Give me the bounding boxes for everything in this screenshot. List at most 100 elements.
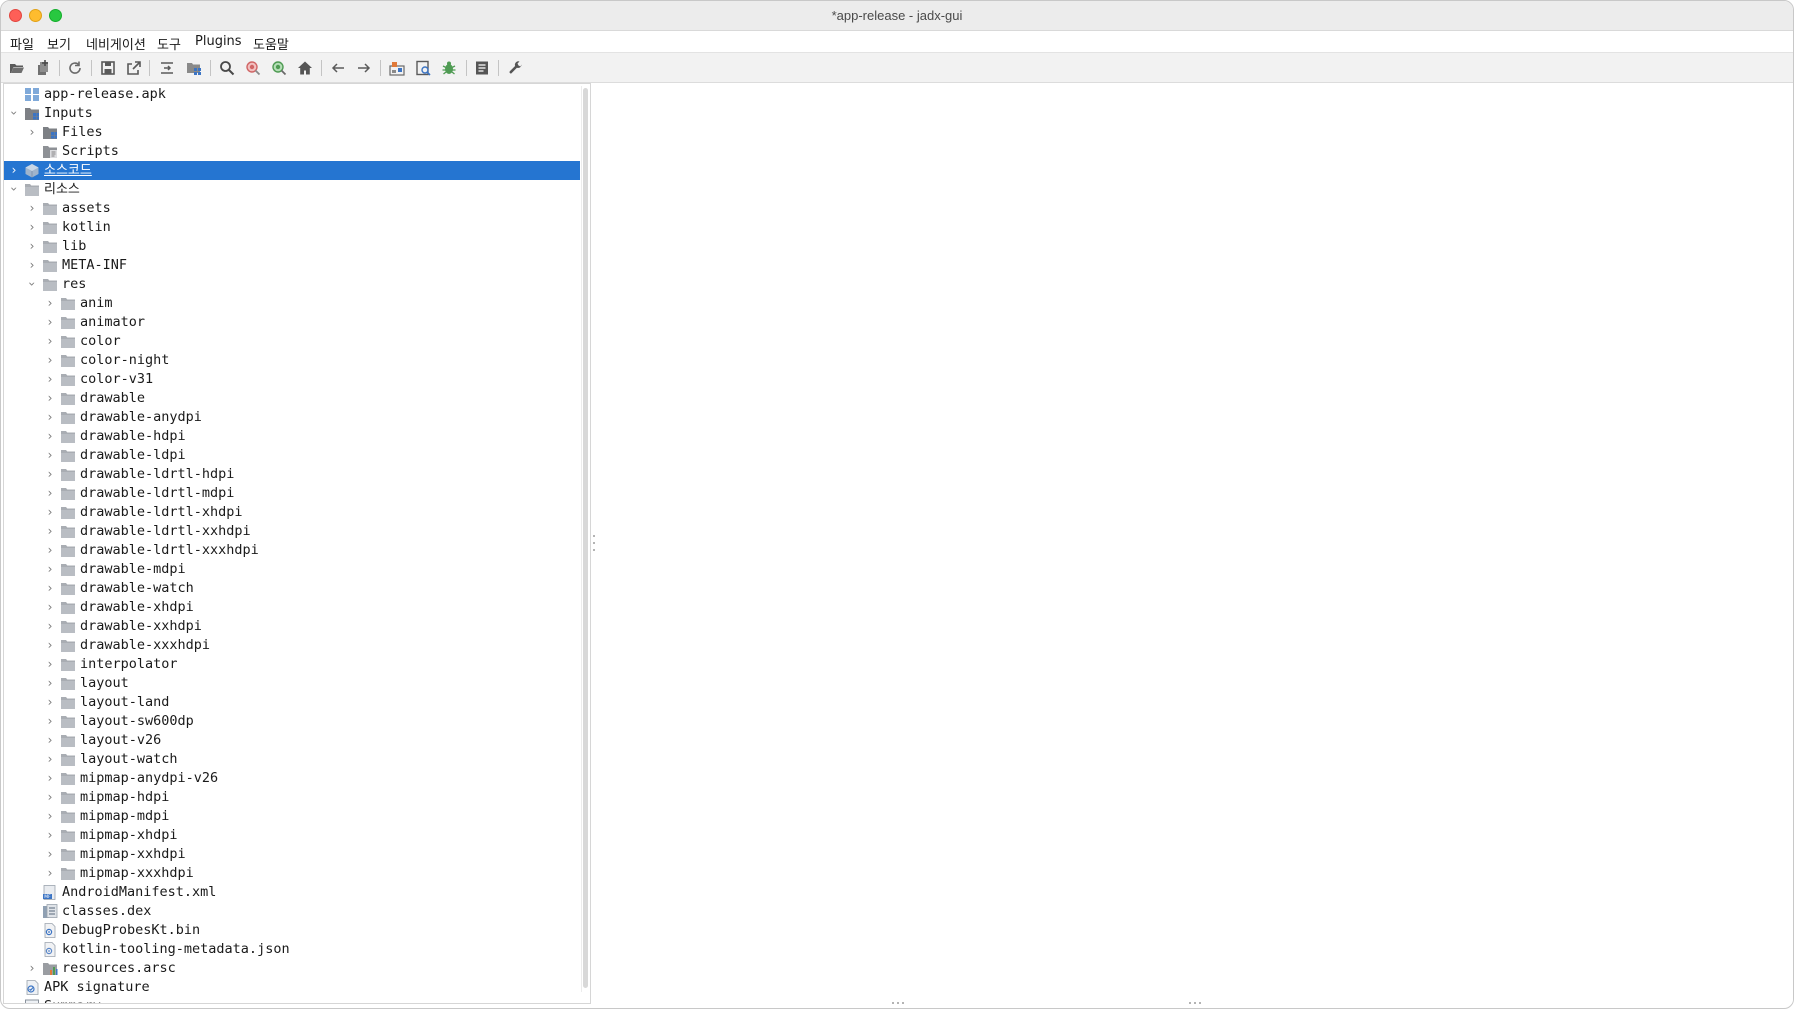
expand-chevron-icon[interactable]: › xyxy=(26,124,38,140)
tree-node-drawable[interactable]: › drawable xyxy=(4,389,580,408)
expand-chevron-icon[interactable]: › xyxy=(44,846,56,862)
tree-node-drawable-ldrtl-xxhdpi[interactable]: › drawable-ldrtl-xxhdpi xyxy=(4,522,580,541)
menu-help[interactable]: 도움말 xyxy=(253,34,289,53)
flatten-packages-icon[interactable] xyxy=(184,58,204,78)
log-viewer-icon[interactable] xyxy=(472,58,492,78)
export-icon[interactable] xyxy=(124,58,144,78)
expand-chevron-icon[interactable]: › xyxy=(44,675,56,691)
deobfuscation-icon[interactable] xyxy=(387,58,407,78)
tree-node-anim[interactable]: › anim xyxy=(4,294,580,313)
expand-chevron-icon[interactable]: › xyxy=(44,656,56,672)
tree-node-리소스[interactable]: › 리소스 xyxy=(4,180,580,199)
expand-chevron-icon[interactable]: › xyxy=(44,808,56,824)
tree-node-drawable-ldrtl-xhdpi[interactable]: › drawable-ldrtl-xhdpi xyxy=(4,503,580,522)
tree-node-mipmap-xxhdpi[interactable]: › mipmap-xxhdpi xyxy=(4,845,580,864)
expand-chevron-icon[interactable]: › xyxy=(44,447,56,463)
menu-tools[interactable]: 도구 xyxy=(157,34,181,53)
tree-node-layout-watch[interactable]: › layout-watch xyxy=(4,750,580,769)
sync-editor-icon[interactable] xyxy=(157,58,177,78)
expand-chevron-icon[interactable]: › xyxy=(44,827,56,843)
tree-node-androidmanifest-xml[interactable]: MF AndroidManifest.xml xyxy=(4,883,580,902)
expand-chevron-icon[interactable]: › xyxy=(44,390,56,406)
tree-node-drawable-ldrtl-mdpi[interactable]: › drawable-ldrtl-mdpi xyxy=(4,484,580,503)
search-icon[interactable] xyxy=(217,58,237,78)
tree-node-files[interactable]: › Files xyxy=(4,123,580,142)
expand-chevron-icon[interactable]: › xyxy=(44,409,56,425)
tree-node-drawable-xxhdpi[interactable]: › drawable-xxhdpi xyxy=(4,617,580,636)
tree-node-layout-v26[interactable]: › layout-v26 xyxy=(4,731,580,750)
tree-node-color-v31[interactable]: › color-v31 xyxy=(4,370,580,389)
expand-chevron-icon[interactable]: › xyxy=(44,732,56,748)
expand-chevron-icon[interactable]: › xyxy=(44,694,56,710)
expand-chevron-icon[interactable]: › xyxy=(26,219,38,235)
tree-node-apk-signature[interactable]: APK signature xyxy=(4,978,580,997)
tree-node-drawable-mdpi[interactable]: › drawable-mdpi xyxy=(4,560,580,579)
tree-node-layout-land[interactable]: › layout-land xyxy=(4,693,580,712)
open-folder-icon[interactable] xyxy=(7,58,27,78)
expand-chevron-icon[interactable]: › xyxy=(44,428,56,444)
expand-chevron-icon[interactable]: › xyxy=(44,580,56,596)
tree-node-kotlin[interactable]: › kotlin xyxy=(4,218,580,237)
collapse-chevron-icon[interactable]: › xyxy=(24,278,40,290)
tree-node-drawable-anydpi[interactable]: › drawable-anydpi xyxy=(4,408,580,427)
debugger-icon[interactable] xyxy=(439,58,459,78)
expand-chevron-icon[interactable]: › xyxy=(44,523,56,539)
tree-node-meta-inf[interactable]: › META-INF xyxy=(4,256,580,275)
collapse-chevron-icon[interactable]: › xyxy=(6,107,22,119)
expand-chevron-icon[interactable]: › xyxy=(44,770,56,786)
expand-chevron-icon[interactable]: › xyxy=(44,485,56,501)
tree-node-mipmap-mdpi[interactable]: › mipmap-mdpi xyxy=(4,807,580,826)
bottom-resize-grip-right[interactable] xyxy=(1189,1002,1201,1005)
tree-node-layout[interactable]: › layout xyxy=(4,674,580,693)
expand-chevron-icon[interactable]: › xyxy=(44,466,56,482)
save-icon[interactable] xyxy=(98,58,118,78)
tree-node-소스코드[interactable]: › 소스코드 xyxy=(4,161,580,180)
expand-chevron-icon[interactable]: › xyxy=(44,295,56,311)
tree-node-mipmap-xhdpi[interactable]: › mipmap-xhdpi xyxy=(4,826,580,845)
expand-chevron-icon[interactable]: › xyxy=(44,713,56,729)
tree-node-scripts[interactable]: Scripts xyxy=(4,142,580,161)
tree-node-summary[interactable]: Summary xyxy=(4,997,580,1003)
menu-plugins[interactable]: Plugins xyxy=(195,34,242,49)
expand-chevron-icon[interactable]: › xyxy=(44,637,56,653)
tree-node-app-release-apk[interactable]: app-release.apk xyxy=(4,85,580,104)
forward-arrow-icon[interactable] xyxy=(354,58,374,78)
expand-chevron-icon[interactable]: › xyxy=(44,618,56,634)
expand-chevron-icon[interactable]: › xyxy=(8,162,20,178)
menu-navigation[interactable]: 네비게이션 xyxy=(86,34,146,53)
tree-node-drawable-ldrtl-xxxhdpi[interactable]: › drawable-ldrtl-xxxhdpi xyxy=(4,541,580,560)
expand-chevron-icon[interactable]: › xyxy=(44,789,56,805)
expand-chevron-icon[interactable]: › xyxy=(44,561,56,577)
expand-chevron-icon[interactable]: › xyxy=(44,751,56,767)
expand-chevron-icon[interactable]: › xyxy=(44,314,56,330)
tree-node-layout-sw600dp[interactable]: › layout-sw600dp xyxy=(4,712,580,731)
tree-node-mipmap-anydpi-v26[interactable]: › mipmap-anydpi-v26 xyxy=(4,769,580,788)
expand-chevron-icon[interactable]: › xyxy=(26,200,38,216)
tree-node-lib[interactable]: › lib xyxy=(4,237,580,256)
expand-chevron-icon[interactable]: › xyxy=(44,333,56,349)
back-arrow-icon[interactable] xyxy=(328,58,348,78)
tree-node-color[interactable]: › color xyxy=(4,332,580,351)
expand-chevron-icon[interactable]: › xyxy=(44,865,56,881)
tree-node-classes-dex[interactable]: classes.dex xyxy=(4,902,580,921)
tree-node-res[interactable]: › res xyxy=(4,275,580,294)
tree-node-debugprobeskt-bin[interactable]: DebugProbesKt.bin xyxy=(4,921,580,940)
expand-chevron-icon[interactable]: › xyxy=(44,352,56,368)
expand-chevron-icon[interactable]: › xyxy=(44,599,56,615)
quick-tabs-icon[interactable] xyxy=(413,58,433,78)
tree-node-mipmap-xxxhdpi[interactable]: › mipmap-xxxhdpi xyxy=(4,864,580,883)
tree-vertical-scrollbar[interactable] xyxy=(581,86,588,992)
tree-node-kotlin-tooling-metadata-json[interactable]: kotlin-tooling-metadata.json xyxy=(4,940,580,959)
tree-node-drawable-xhdpi[interactable]: › drawable-xhdpi xyxy=(4,598,580,617)
tree-node-drawable-hdpi[interactable]: › drawable-hdpi xyxy=(4,427,580,446)
preferences-wrench-icon[interactable] xyxy=(506,58,526,78)
tree-node-drawable-xxxhdpi[interactable]: › drawable-xxxhdpi xyxy=(4,636,580,655)
expand-chevron-icon[interactable]: › xyxy=(26,960,38,976)
find-class-icon[interactable] xyxy=(243,58,263,78)
reload-icon[interactable] xyxy=(65,58,85,78)
home-icon[interactable] xyxy=(295,58,315,78)
menu-file[interactable]: 파일 xyxy=(10,34,34,53)
tree-node-resources-arsc[interactable]: › resources.arsc xyxy=(4,959,580,978)
expand-chevron-icon[interactable]: › xyxy=(44,371,56,387)
tree-node-color-night[interactable]: › color-night xyxy=(4,351,580,370)
